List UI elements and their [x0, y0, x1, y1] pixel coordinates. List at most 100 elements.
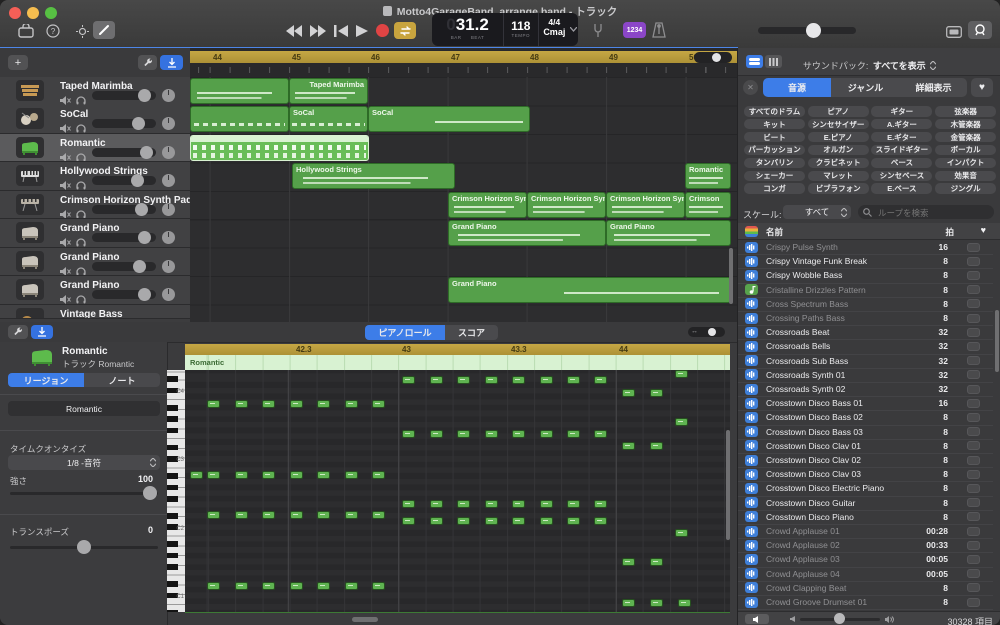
track-pan-knob[interactable] [162, 89, 175, 102]
loop-row[interactable]: Crossroads Beat32 [738, 325, 993, 340]
midi-note[interactable] [262, 511, 275, 519]
brightness-icon[interactable] [76, 25, 89, 43]
midi-note[interactable] [207, 511, 220, 519]
scale-popup[interactable]: すべて [783, 205, 851, 219]
loop-row[interactable]: Crispy Vintage Funk Break8 [738, 254, 993, 269]
tab-descriptors[interactable]: 詳細表示 [900, 78, 967, 97]
midi-note[interactable] [235, 400, 248, 408]
loop-row[interactable]: Crosstown Disco Clav 038 [738, 467, 993, 482]
region-grand-piano[interactable]: Grand Piano [448, 277, 731, 303]
loop-row[interactable]: Crowd Applause 0200:33 [738, 538, 993, 553]
quick-help-icon[interactable]: ? [46, 24, 60, 43]
region-crimson-horizon-synth-p[interactable]: Crimson Horizon Synth P [606, 192, 685, 218]
midi-note[interactable] [567, 517, 580, 525]
category-button[interactable]: ピアノ [808, 106, 869, 117]
editor-vertical-scrollbar[interactable] [726, 430, 730, 540]
headphones-icon[interactable] [76, 120, 86, 134]
favorite-checkbox[interactable] [967, 598, 980, 607]
midi-note[interactable] [345, 582, 358, 590]
favorite-checkbox[interactable] [967, 427, 980, 436]
midi-note[interactable] [372, 511, 385, 519]
loop-row[interactable]: Crossing Paths Bass8 [738, 311, 993, 326]
midi-note[interactable] [594, 517, 607, 525]
loop-row[interactable]: Crowd Applause 0400:05 [738, 567, 993, 582]
category-button[interactable]: E.ピアノ [808, 132, 869, 143]
loop-row[interactable]: Crowd Clapping Beat8 [738, 581, 993, 596]
midi-note[interactable] [457, 376, 470, 384]
midi-note[interactable] [675, 529, 688, 537]
headphones-icon[interactable] [76, 149, 86, 163]
arrange-zoom-slider[interactable] [694, 52, 732, 63]
rewind-button[interactable] [286, 24, 304, 42]
category-button[interactable]: ビート [744, 132, 805, 143]
favorite-checkbox[interactable] [967, 399, 980, 408]
track-row[interactable]: Crimson Horizon Synth Pad [0, 191, 190, 220]
go-to-beginning-button[interactable] [334, 24, 348, 42]
region-unnamed[interactable] [190, 78, 289, 104]
record-button[interactable] [376, 24, 389, 37]
midi-note[interactable] [650, 599, 663, 607]
category-button[interactable]: パーカッション [744, 145, 805, 156]
tab-note-inspector[interactable]: ノート [84, 373, 160, 387]
headphones-icon[interactable] [76, 234, 86, 248]
midi-note[interactable] [650, 558, 663, 566]
loop-row[interactable]: Crosstown Disco Guitar8 [738, 496, 993, 511]
midi-note[interactable] [678, 599, 691, 607]
search-input[interactable] [876, 206, 992, 220]
bar-ruler[interactable]: 44454647484950 [190, 48, 737, 77]
category-button[interactable]: クラビネット [808, 158, 869, 169]
loop-row[interactable]: Crosstown Disco Piano8 [738, 510, 993, 525]
favorite-checkbox[interactable] [967, 271, 980, 280]
editor-horizontal-scrollbar[interactable] [352, 617, 378, 622]
midi-note[interactable] [207, 400, 220, 408]
tuning-fork-icon[interactable] [592, 23, 604, 43]
category-button[interactable]: ベース [871, 158, 932, 169]
tab-piano-roll[interactable]: ピアノロール [365, 325, 445, 340]
region-socal[interactable]: SoCal [289, 106, 368, 132]
loop-row[interactable]: Crosstown Disco Bass 0116 [738, 396, 993, 411]
category-button[interactable]: ジングル [935, 183, 996, 194]
track-pan-knob[interactable] [162, 288, 175, 301]
favorite-checkbox[interactable] [967, 370, 980, 379]
pencil-tool-button[interactable] [93, 21, 115, 39]
midi-note[interactable] [430, 430, 443, 438]
midi-note[interactable] [207, 582, 220, 590]
region-taped-marimba[interactable]: Taped Marimba [289, 78, 368, 104]
favorite-checkbox[interactable] [967, 456, 980, 465]
piano-keyboard[interactable]: C4C3C2C1 [167, 370, 185, 612]
column-header-favorite[interactable]: ♥ [981, 225, 986, 235]
quantize-popup[interactable]: 1/8 -音符 [8, 455, 160, 470]
category-button[interactable]: タンバリン [744, 158, 805, 169]
midi-note[interactable] [402, 500, 415, 508]
favorite-checkbox[interactable] [967, 385, 980, 394]
midi-note[interactable] [512, 517, 525, 525]
midi-note[interactable] [207, 471, 220, 479]
midi-note[interactable] [567, 500, 580, 508]
black-key[interactable] [167, 513, 178, 519]
loop-row[interactable]: Cross Spectrum Bass8 [738, 297, 993, 312]
midi-note[interactable] [457, 500, 470, 508]
play-button[interactable] [356, 24, 368, 42]
black-key[interactable] [167, 485, 178, 491]
velocity-slider[interactable] [10, 492, 158, 495]
category-button[interactable]: ボーカル [935, 145, 996, 156]
track-row[interactable]: Grand Piano [0, 276, 190, 305]
track-volume-knob[interactable] [131, 174, 144, 187]
master-volume-knob[interactable] [806, 23, 821, 38]
mute-icon[interactable] [60, 177, 71, 191]
track-volume-slider[interactable] [92, 119, 156, 128]
column-header-beats[interactable]: 拍 [945, 226, 954, 238]
headphones-icon[interactable] [76, 206, 86, 220]
region-name-field[interactable]: Romantic [8, 401, 160, 416]
loop-row[interactable]: Cristalline Drizzles Pattern8 [738, 283, 993, 298]
midi-note[interactable] [540, 500, 553, 508]
loop-browser-button[interactable] [968, 21, 992, 39]
category-button[interactable]: すべてのドラム [744, 106, 805, 117]
loop-row[interactable]: Crispy Pulse Synth16 [738, 240, 993, 255]
mute-icon[interactable] [60, 120, 71, 134]
loop-row[interactable]: Crosstown Disco Clav 028 [738, 453, 993, 468]
category-button[interactable]: 木管楽器 [935, 119, 996, 130]
category-button[interactable]: スライドギター [871, 145, 932, 156]
editor-region-strip[interactable]: Romantic [185, 355, 730, 371]
black-key[interactable] [167, 581, 178, 587]
